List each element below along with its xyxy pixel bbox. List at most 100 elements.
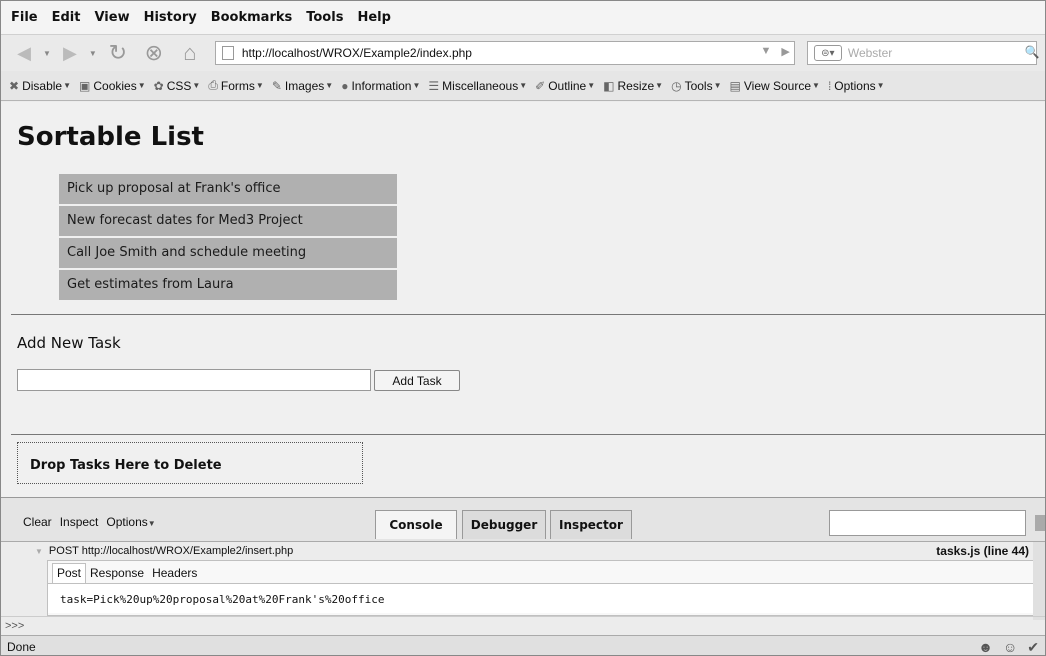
toolbar-tools[interactable]: ◷ Tools ▼ (671, 79, 721, 93)
toolbar-information[interactable]: ● Information ▼ (341, 79, 420, 93)
outline-icon: ✐ (535, 78, 546, 93)
check-status-icon[interactable]: ✔ (1027, 639, 1039, 655)
forms-icon: ⎙ (208, 78, 218, 92)
task-item[interactable]: Get estimates from Laura (59, 270, 397, 300)
reload-icon[interactable]: ↻ (103, 38, 133, 68)
toolbar-options[interactable]: ⁞ Options ▼ (828, 79, 885, 93)
toolbar-view-source[interactable]: ▤ View Source ▼ (730, 79, 820, 93)
inspect-button[interactable]: Inspect (60, 515, 99, 529)
toolbar-disable[interactable]: ✖ Disable ▼ (9, 79, 71, 93)
log-source-link[interactable]: tasks.js (line 44) (936, 544, 1029, 558)
clear-button[interactable]: Clear (23, 515, 52, 529)
firebug-search-icon[interactable] (1035, 515, 1045, 531)
resize-icon: ◧ (603, 78, 615, 93)
url-text: http://localhost/WROX/Example2/index.php (241, 46, 472, 60)
dropdown-arrow-icon: ▼ (876, 81, 885, 90)
page-title: Sortable List (17, 122, 204, 152)
menu-tools[interactable]: Tools (306, 10, 343, 25)
home-icon[interactable]: ⌂ (175, 38, 205, 68)
go-icon[interactable]: ▶ (781, 45, 789, 58)
search-box[interactable]: ⊜▾ Webster 🔍 (806, 41, 1040, 65)
information-icon: ● (341, 78, 349, 93)
toolbar-css[interactable]: ✿ CSS ▼ (154, 79, 201, 93)
dropdown-arrow-icon: ▼ (655, 81, 664, 90)
status-text: Done (7, 639, 36, 654)
tab-headers[interactable]: Headers (148, 566, 201, 583)
firebug-toolbar: Clear Inspect Options▼ Console Debugger … (1, 498, 1045, 542)
dropdown-arrow-icon: ▼ (192, 81, 201, 90)
add-task-button[interactable]: Add Task (374, 370, 460, 391)
menu-help[interactable]: Help (357, 10, 390, 25)
toolbar-images[interactable]: ✎ Images ▼ (272, 79, 333, 93)
console-scrollbar[interactable] (1033, 542, 1045, 620)
tools-icon: ◷ (671, 78, 682, 93)
face-status-icon[interactable]: ☺ (1003, 639, 1017, 655)
add-task-heading: Add New Task (17, 334, 121, 352)
cookies-icon: ▣ (79, 78, 91, 93)
log-request: POST http://localhost/WROX/Example2/inse… (48, 545, 294, 557)
firebug-status-icon[interactable]: ☻ (978, 639, 993, 655)
tab-response[interactable]: Response (86, 566, 148, 583)
post-body: task=Pick%20up%20proposal%20at%20Frank's… (48, 583, 1034, 613)
toolbar-miscellaneous[interactable]: ☰ Miscellaneous ▼ (428, 79, 527, 93)
toolbar-cookies[interactable]: ▣ Cookies ▼ (79, 79, 146, 93)
dropdown-arrow-icon: ▼ (137, 81, 146, 90)
dropdown-arrow-icon: ▼ (812, 81, 820, 90)
dropdown-arrow-icon: ▼ (713, 81, 722, 90)
page-content: Sortable List Pick up proposal at Frank'… (1, 102, 1045, 497)
search-engine-icon[interactable]: ⊜▾ (813, 45, 842, 61)
view-source-icon: ▤ (729, 78, 741, 93)
dropdown-arrow-icon: ▼ (519, 81, 528, 90)
images-icon: ✎ (271, 78, 282, 93)
search-placeholder: Webster (847, 46, 893, 60)
command-line[interactable]: >>> (1, 616, 1045, 634)
menu-view[interactable]: View (94, 10, 129, 25)
tab-console[interactable]: Console (375, 510, 457, 539)
forward-icon[interactable]: ▶ (57, 40, 83, 66)
menu-edit[interactable]: Edit (52, 10, 81, 25)
dropdown-arrow-icon: ▼ (587, 81, 596, 90)
dropdown-arrow-icon: ▼ (325, 81, 334, 90)
menu-history[interactable]: History (144, 10, 197, 25)
forward-dropdown-icon[interactable]: ▼ (89, 49, 97, 58)
options-menu[interactable]: Options▼ (106, 515, 155, 529)
console-log-entry[interactable]: ▼ POST http://localhost/WROX/Example2/in… (1, 542, 1045, 560)
disable-icon: ✖ (9, 78, 20, 93)
dropdown-arrow-icon: ▼ (412, 81, 421, 90)
url-dropdown-icon[interactable]: ▼ (760, 45, 771, 58)
dropdown-arrow-icon: ▼ (147, 519, 156, 528)
tab-inspector[interactable]: Inspector (550, 510, 632, 539)
task-item[interactable]: New forecast dates for Med3 Project (59, 206, 397, 236)
dropdown-arrow-icon: ▼ (255, 81, 264, 90)
toolbar-resize[interactable]: ◧ Resize ▼ (603, 79, 663, 93)
miscellaneous-icon: ☰ (428, 78, 440, 93)
request-details: Post Response Headers task=Pick%20up%20p… (47, 560, 1035, 616)
new-task-input[interactable] (17, 369, 371, 391)
sortable-task-list: Pick up proposal at Frank's office New f… (59, 174, 397, 302)
firebug-search-input[interactable] (829, 510, 1026, 536)
divider (11, 314, 1045, 315)
firebug-panel: Clear Inspect Options▼ Console Debugger … (1, 497, 1045, 635)
css-icon: ✿ (153, 78, 164, 93)
page-icon (221, 46, 234, 60)
dropdown-arrow-icon: ▼ (63, 81, 72, 90)
toolbar-forms[interactable]: ⎙ Forms ▼ (208, 78, 264, 93)
options-icon: ⁞ (827, 78, 832, 93)
search-icon[interactable]: 🔍 (1025, 45, 1040, 59)
toolbar-outline[interactable]: ✐ Outline ▼ (535, 79, 595, 93)
task-item[interactable]: Pick up proposal at Frank's office (59, 174, 397, 204)
back-dropdown-icon[interactable]: ▼ (43, 49, 51, 58)
delete-drop-zone[interactable]: Drop Tasks Here to Delete (17, 442, 363, 484)
menu-bookmarks[interactable]: Bookmarks (211, 10, 293, 25)
tab-post[interactable]: Post (52, 563, 87, 583)
back-icon[interactable]: ◀ (11, 40, 37, 66)
url-bar[interactable]: http://localhost/WROX/Example2/index.php… (214, 41, 795, 65)
expand-twisty-icon[interactable]: ▼ (35, 547, 43, 556)
menu-bar: File Edit View History Bookmarks Tools H… (1, 1, 1045, 35)
task-item[interactable]: Call Joe Smith and schedule meeting (59, 238, 397, 268)
browser-window: File Edit View History Bookmarks Tools H… (0, 0, 1046, 656)
stop-icon[interactable]: ⊗ (139, 38, 169, 68)
menu-file[interactable]: File (11, 10, 38, 25)
tab-debugger[interactable]: Debugger (462, 510, 546, 539)
navigation-toolbar: ◀ ▼ ▶ ▼ ↻ ⊗ ⌂ http://localhost/WROX/Exam… (1, 35, 1045, 71)
